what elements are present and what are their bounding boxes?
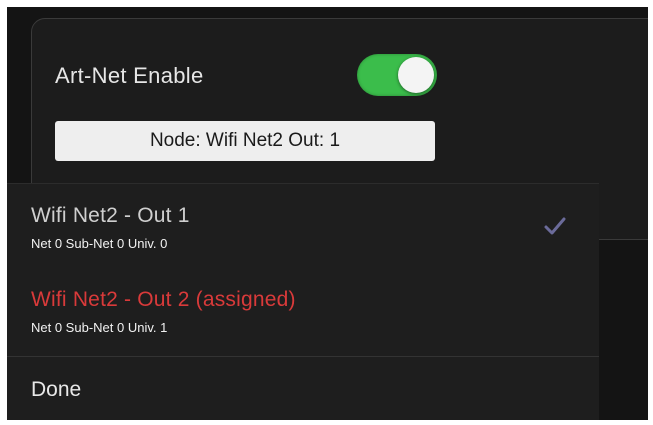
option-subtitle: Net 0 Sub-Net 0 Univ. 0 [31,236,168,251]
picker-option-out-2[interactable]: Wifi Net2 - Out 2 (assigned) Net 0 Sub-N… [31,288,296,335]
option-subtitle: Net 0 Sub-Net 0 Univ. 1 [31,320,168,335]
picker-option-out-1[interactable]: Wifi Net2 - Out 1 Net 0 Sub-Net 0 Univ. … [31,204,190,251]
option-title: Wifi Net2 - Out 2 (assigned) [31,288,296,311]
artnet-enable-label: Art-Net Enable [55,63,204,88]
checkmark-icon [544,217,566,235]
toggle-knob [398,57,434,93]
done-button[interactable]: Done [31,378,81,402]
option-title: Wifi Net2 - Out 1 [31,204,190,227]
node-picker-sheet: Wifi Net2 - Out 1 Net 0 Sub-Net 0 Univ. … [7,183,599,420]
artnet-enable-toggle[interactable] [357,54,437,96]
node-select-button[interactable]: Node: Wifi Net2 Out: 1 [55,121,435,161]
app-screen: Art-Net Enable Node: Wifi Net2 Out: 1 Wi… [7,7,648,420]
divider [7,356,599,357]
